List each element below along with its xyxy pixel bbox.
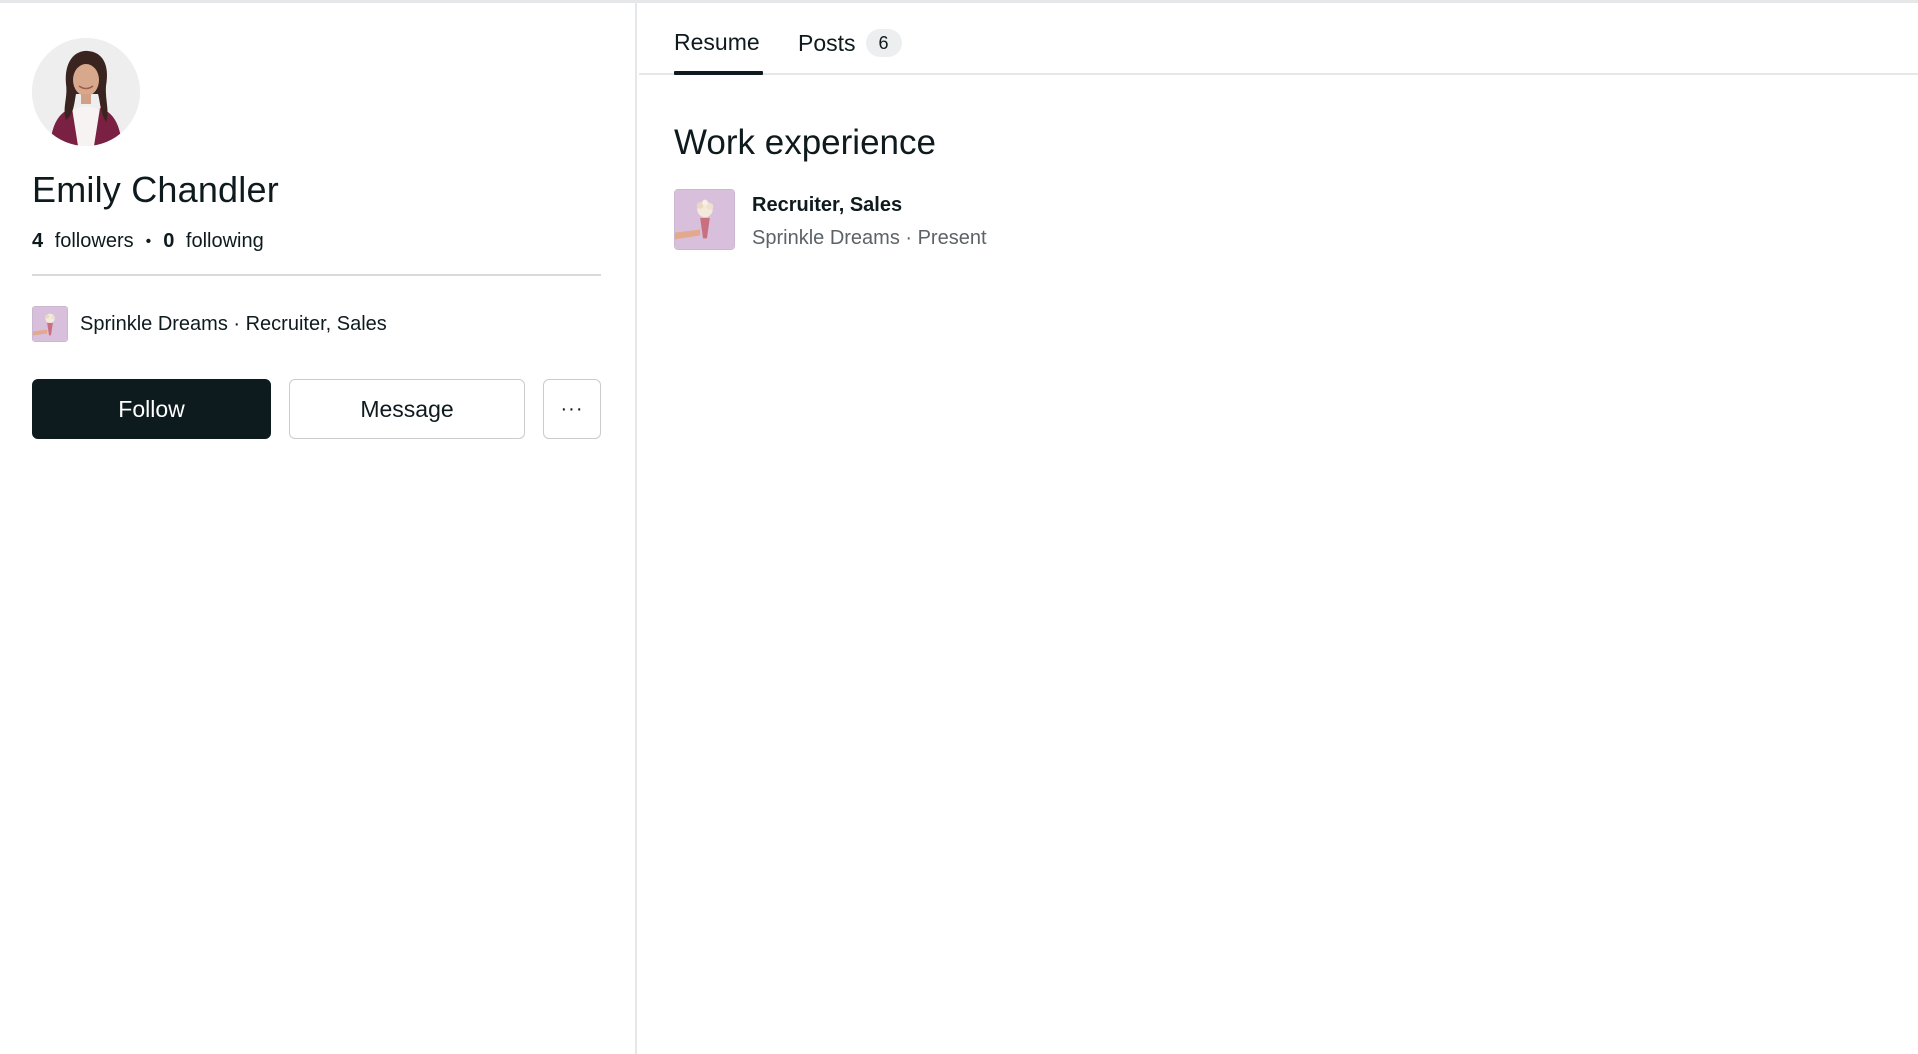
tab-resume-label: Resume bbox=[674, 29, 760, 55]
more-options-button[interactable]: ··· bbox=[543, 379, 601, 439]
profile-actions: Follow Message ··· bbox=[32, 379, 601, 439]
following-label: following bbox=[185, 230, 264, 252]
follow-stats: 4 followers • 0 following bbox=[32, 230, 264, 253]
profile-tabs: Resume Posts 6 bbox=[639, 3, 1918, 75]
section-title: Work experience bbox=[674, 123, 936, 162]
avatar[interactable] bbox=[32, 38, 140, 146]
followers-link[interactable]: 4 followers bbox=[32, 230, 134, 253]
tab-posts[interactable]: Posts 6 bbox=[798, 29, 902, 57]
following-link[interactable]: 0 following bbox=[163, 230, 264, 253]
followers-label: followers bbox=[54, 230, 134, 252]
company-position-text: Sprinkle Dreams · Recruiter, Sales bbox=[80, 312, 387, 335]
stats-separator: • bbox=[145, 232, 152, 250]
posts-count-badge: 6 bbox=[865, 29, 902, 57]
company-logo-icon bbox=[674, 189, 735, 250]
message-button[interactable]: Message bbox=[289, 379, 525, 439]
job-details: Recruiter, Sales Sprinkle Dreams · Prese… bbox=[752, 189, 987, 250]
job-title: Recruiter, Sales bbox=[752, 194, 903, 216]
avatar-image-icon bbox=[32, 38, 140, 146]
profile-sidebar: Emily Chandler 4 followers • 0 following bbox=[0, 3, 637, 1054]
current-position[interactable]: Sprinkle Dreams · Recruiter, Sales bbox=[32, 306, 387, 342]
follow-button[interactable]: Follow bbox=[32, 379, 271, 439]
active-tab-indicator bbox=[674, 71, 763, 75]
work-experience-item[interactable]: Recruiter, Sales Sprinkle Dreams · Prese… bbox=[674, 189, 987, 250]
profile-name: Emily Chandler bbox=[32, 169, 279, 210]
profile-content: Resume Posts 6 Work experience Recruiter… bbox=[639, 3, 1918, 1054]
followers-count: 4 bbox=[32, 230, 44, 252]
tab-posts-label: Posts bbox=[798, 29, 856, 56]
job-company-period: Sprinkle Dreams · Present bbox=[752, 227, 987, 249]
company-logo-icon bbox=[32, 306, 68, 342]
profile-page: Emily Chandler 4 followers • 0 following bbox=[0, 0, 1918, 1054]
divider bbox=[32, 274, 601, 276]
tab-resume[interactable]: Resume bbox=[674, 29, 760, 56]
following-count: 0 bbox=[163, 230, 175, 252]
